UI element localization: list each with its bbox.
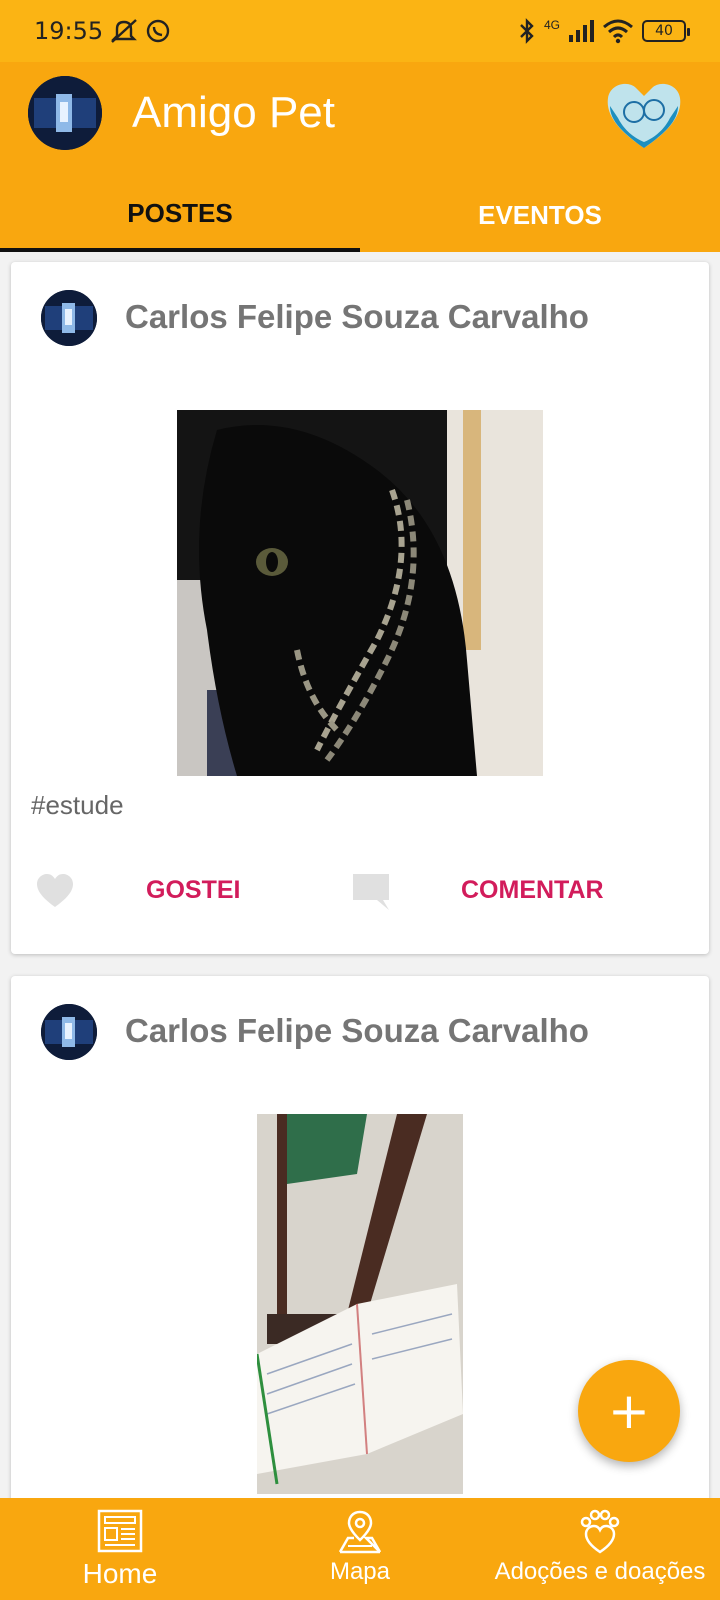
tab-eventos[interactable]: EVENTOS bbox=[360, 178, 720, 252]
whatsapp-icon bbox=[146, 19, 170, 43]
notebook-on-chair-photo bbox=[257, 1114, 463, 1494]
heart-icon[interactable] bbox=[35, 872, 75, 912]
status-time: 19:55 bbox=[34, 17, 104, 45]
profile-photo bbox=[28, 76, 102, 150]
bottom-navigation: Home Mapa Adoções e doações bbox=[0, 1498, 720, 1600]
nav-label-adocoes: Adoções e doações bbox=[494, 1558, 706, 1585]
black-cat-with-chain-photo bbox=[177, 410, 543, 776]
post-actions: GOSTEI COMENTAR bbox=[11, 862, 709, 922]
comment-button[interactable]: COMENTAR bbox=[461, 876, 604, 905]
tab-postes[interactable]: POSTES bbox=[0, 178, 360, 252]
post-image[interactable] bbox=[257, 1114, 463, 1494]
posts-feed[interactable]: Carlos Felipe Souza Carvalho #estude GOS… bbox=[0, 252, 720, 1498]
map-pin-icon bbox=[338, 1510, 382, 1554]
post-image[interactable] bbox=[177, 410, 543, 776]
bluetooth-icon bbox=[520, 18, 534, 44]
nav-item-mapa[interactable]: Mapa bbox=[240, 1498, 480, 1600]
pet-heart-logo-icon bbox=[607, 83, 681, 148]
paw-heart-icon bbox=[580, 1509, 620, 1554]
tab-postes-label: POSTES bbox=[127, 197, 233, 228]
status-bar: 19:55 4G 40 bbox=[0, 0, 720, 62]
network-type: 4G bbox=[543, 18, 560, 32]
battery-icon: 40 bbox=[642, 20, 690, 42]
post-card: Carlos Felipe Souza Carvalho #estude GOS… bbox=[11, 262, 709, 954]
profile-avatar[interactable] bbox=[28, 76, 102, 150]
like-button[interactable]: GOSTEI bbox=[146, 876, 240, 905]
post-caption: #estude bbox=[31, 790, 124, 820]
wifi-icon bbox=[603, 19, 633, 44]
nav-label-mapa: Mapa bbox=[329, 1558, 391, 1585]
comment-icon[interactable] bbox=[351, 872, 391, 912]
add-post-button[interactable]: + bbox=[578, 1360, 680, 1462]
app-bar: Amigo Pet bbox=[0, 62, 720, 178]
tab-eventos-label: EVENTOS bbox=[478, 199, 602, 230]
app-title: Amigo Pet bbox=[132, 88, 335, 137]
author-photo bbox=[41, 1004, 97, 1060]
signal-icon bbox=[569, 20, 594, 42]
nav-item-home[interactable]: Home bbox=[0, 1498, 240, 1600]
author-name[interactable]: Carlos Felipe Souza Carvalho bbox=[125, 1012, 589, 1050]
author-avatar[interactable] bbox=[41, 1004, 97, 1060]
nav-label-home: Home bbox=[82, 1558, 158, 1589]
newspaper-icon bbox=[97, 1509, 143, 1553]
author-avatar[interactable] bbox=[41, 290, 97, 346]
mute-icon bbox=[111, 19, 138, 43]
author-photo bbox=[41, 290, 97, 346]
nav-item-adocoes[interactable]: Adoções e doações bbox=[480, 1498, 720, 1600]
battery-level: 40 bbox=[655, 23, 673, 39]
author-name[interactable]: Carlos Felipe Souza Carvalho bbox=[125, 298, 589, 336]
tab-bar: POSTES EVENTOS bbox=[0, 178, 720, 252]
